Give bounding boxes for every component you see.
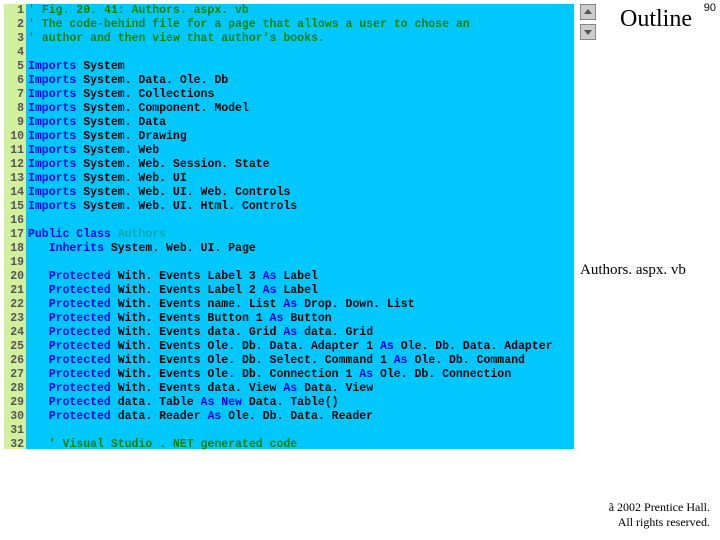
code-line: Imports System. Web. UI. Html. Controls: [28, 200, 574, 214]
code-line: Imports System. Web. UI: [28, 172, 574, 186]
line-number: 16: [4, 214, 24, 228]
code-line: Protected With. Events Label 2 As Label: [28, 284, 574, 298]
line-number: 11: [4, 144, 24, 158]
chevron-up-icon: [583, 7, 593, 17]
code-line: [28, 424, 574, 438]
code-line: Protected With. Events data. Grid As dat…: [28, 326, 574, 340]
code-line: Imports System. Drawing: [28, 130, 574, 144]
code-line: Imports System. Collections: [28, 88, 574, 102]
line-number: 27: [4, 368, 24, 382]
code-panel: 1234567891011121314151617181920212223242…: [4, 4, 574, 449]
code-line: ' Visual Studio . NET generated code: [28, 438, 574, 452]
line-number: 30: [4, 410, 24, 424]
code-line: [28, 46, 574, 60]
line-number: 2: [4, 18, 24, 32]
line-number: 21: [4, 284, 24, 298]
right-area: Outline 90 Authors. aspx. vb: [580, 0, 720, 540]
line-number: 13: [4, 172, 24, 186]
code-line: Protected With. Events data. View As Dat…: [28, 382, 574, 396]
code-line: Imports System. Web: [28, 144, 574, 158]
code-line: Imports System. Data: [28, 116, 574, 130]
slide-number: 90: [704, 2, 716, 14]
code-line: Imports System: [28, 60, 574, 74]
line-number: 28: [4, 382, 24, 396]
nav-up-button[interactable]: [580, 4, 596, 20]
code-line: Protected data. Table As New Data. Table…: [28, 396, 574, 410]
copyright-line-1: ã 2002 Prentice Hall.: [609, 500, 710, 515]
code-line: Protected With. Events Button 1 As Butto…: [28, 312, 574, 326]
line-number: 19: [4, 256, 24, 270]
line-number: 24: [4, 326, 24, 340]
copyright-footer: ã 2002 Prentice Hall. All rights reserve…: [609, 500, 710, 530]
line-number: 15: [4, 200, 24, 214]
line-number: 29: [4, 396, 24, 410]
code-line: Protected With. Events Label 3 As Label: [28, 270, 574, 284]
line-number: 32: [4, 438, 24, 452]
code-line: Imports System. Component. Model: [28, 102, 574, 116]
code-line: Imports System. Web. Session. State: [28, 158, 574, 172]
line-number: 23: [4, 312, 24, 326]
code-line: ' Fig. 20. 41: Authors. aspx. vb: [28, 4, 574, 18]
line-number: 31: [4, 424, 24, 438]
line-number: 20: [4, 270, 24, 284]
code-line: Protected With. Events name. List As Dro…: [28, 298, 574, 312]
code-line: Imports System. Data. Ole. Db: [28, 74, 574, 88]
line-number-gutter: 1234567891011121314151617181920212223242…: [4, 4, 26, 449]
line-number: 26: [4, 354, 24, 368]
code-line: ' The code-behind file for a page that a…: [28, 18, 574, 32]
code-line: Imports System. Web. UI. Web. Controls: [28, 186, 574, 200]
file-caption: Authors. aspx. vb: [580, 262, 710, 279]
copyright-line-2: All rights reserved.: [609, 515, 710, 530]
code-line: [28, 214, 574, 228]
code-area: ' Fig. 20. 41: Authors. aspx. vb' The co…: [26, 4, 574, 449]
code-line: Protected With. Events Ole. Db. Data. Ad…: [28, 340, 574, 354]
line-number: 17: [4, 228, 24, 242]
nav-down-button[interactable]: [580, 24, 596, 40]
line-number: 14: [4, 186, 24, 200]
line-number: 8: [4, 102, 24, 116]
code-line: Protected With. Events Ole. Db. Connecti…: [28, 368, 574, 382]
code-line: Public Class Authors: [28, 228, 574, 242]
line-number: 7: [4, 88, 24, 102]
line-number: 9: [4, 116, 24, 130]
code-line: Protected data. Reader As Ole. Db. Data.…: [28, 410, 574, 424]
code-line: [28, 256, 574, 270]
line-number: 10: [4, 130, 24, 144]
line-number: 12: [4, 158, 24, 172]
line-number: 22: [4, 298, 24, 312]
chevron-down-icon: [583, 27, 593, 37]
line-number: 25: [4, 340, 24, 354]
line-number: 4: [4, 46, 24, 60]
line-number: 6: [4, 74, 24, 88]
code-line: ' author and then view that author's boo…: [28, 32, 574, 46]
line-number: 18: [4, 242, 24, 256]
code-line: Inherits System. Web. UI. Page: [28, 242, 574, 256]
line-number: 3: [4, 32, 24, 46]
line-number: 1: [4, 4, 24, 18]
line-number: 5: [4, 60, 24, 74]
code-line: Protected With. Events Ole. Db. Select. …: [28, 354, 574, 368]
outline-heading: Outline: [620, 6, 692, 33]
